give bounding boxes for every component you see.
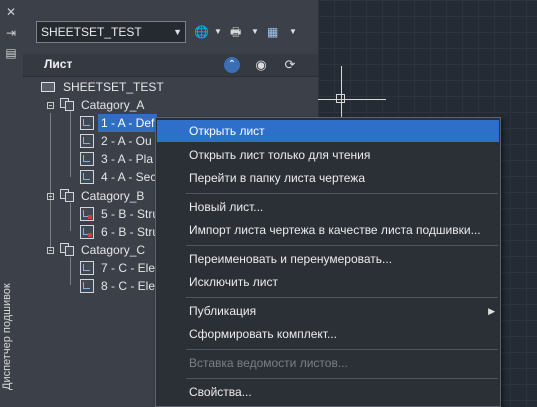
menu-publish[interactable]: Публикация ▶ — [157, 300, 499, 322]
collapse-toggle[interactable] — [47, 193, 54, 200]
sheet-icon — [80, 116, 94, 130]
sheet-icon — [80, 261, 94, 275]
sheet-icon — [80, 170, 94, 184]
chevron-down-icon[interactable]: ▼ — [251, 24, 259, 40]
menu-separator — [186, 245, 498, 246]
close-icon[interactable]: ✕ — [3, 5, 19, 19]
palette-toolbar: SHEETSET_TEST ▼ 🌐 ▼ 🖶 ▼ ▦ ▼ — [23, 0, 318, 54]
context-menu: Открыть лист Открыть лист только для чте… — [155, 117, 501, 407]
menu-separator — [186, 349, 498, 350]
menu-import-layout[interactable]: Импорт листа чертежа в качестве листа по… — [157, 219, 499, 241]
menu-open-sheet[interactable]: Открыть лист — [157, 120, 499, 142]
collapse-icon[interactable]: ⌃ — [224, 57, 240, 73]
submenu-arrow-icon: ▶ — [488, 306, 495, 316]
menu-properties[interactable]: Свойства... — [157, 381, 499, 403]
sheet-missing-icon — [80, 207, 94, 221]
sheet-icon — [80, 152, 94, 166]
sheet-icon — [80, 134, 94, 148]
sheetset-combo[interactable]: SHEETSET_TEST ▼ — [36, 21, 186, 43]
menu-etransmit[interactable]: Сформировать комплект... — [157, 323, 499, 345]
chevron-down-icon[interactable]: ▼ — [214, 24, 222, 40]
panel-header: Лист ⌃ ◉ ⟳ — [23, 54, 318, 77]
crosshair-cursor — [310, 99, 386, 100]
subset-icon — [60, 189, 77, 203]
eye-icon[interactable]: ◉ — [253, 57, 269, 73]
sheetset-combo-value: SHEETSET_TEST — [41, 25, 142, 39]
sheetset-icon — [41, 81, 57, 93]
sheet-missing-icon — [80, 225, 94, 239]
chevron-down-icon[interactable]: ▼ — [173, 22, 182, 42]
menu-insert-sheet-list: Вставка ведомости листов... — [189, 356, 348, 370]
menu-remove-sheet[interactable]: Исключить лист — [157, 271, 499, 293]
sheetset-props-icon[interactable]: ▦ — [267, 24, 278, 40]
menu-separator — [186, 297, 498, 298]
menu-open-read-only[interactable]: Открыть лист только для чтения — [157, 144, 499, 166]
printer-icon[interactable]: 🖶 — [230, 24, 241, 40]
chevron-down-icon[interactable]: ▼ — [289, 24, 297, 40]
menu-go-to-folder[interactable]: Перейти в папку листа чертежа — [157, 167, 499, 189]
menu-separator — [186, 193, 498, 194]
properties-icon[interactable]: ▤ — [3, 46, 19, 60]
panel-title: Лист — [44, 57, 73, 71]
menu-separator — [186, 378, 498, 379]
palette-title: Диспетчер подшивок — [1, 283, 13, 390]
refresh-icon[interactable]: ⟳ — [282, 57, 298, 73]
sheet-icon — [80, 279, 94, 293]
collapse-toggle[interactable] — [47, 247, 54, 254]
palette-title-strip: ✕ ⇥ ▤ Диспетчер подшивок — [0, 0, 24, 407]
subset-icon — [60, 98, 77, 112]
collapse-toggle[interactable] — [47, 102, 54, 109]
menu-new-sheet[interactable]: Новый лист... — [157, 196, 499, 218]
auto-hide-icon[interactable]: ⇥ — [3, 26, 19, 40]
globe-icon[interactable]: 🌐 — [194, 24, 209, 40]
subset-icon — [60, 243, 77, 257]
menu-rename-renumber[interactable]: Переименовать и перенумеровать... — [157, 248, 499, 270]
crosshair-pickbox — [336, 94, 345, 103]
